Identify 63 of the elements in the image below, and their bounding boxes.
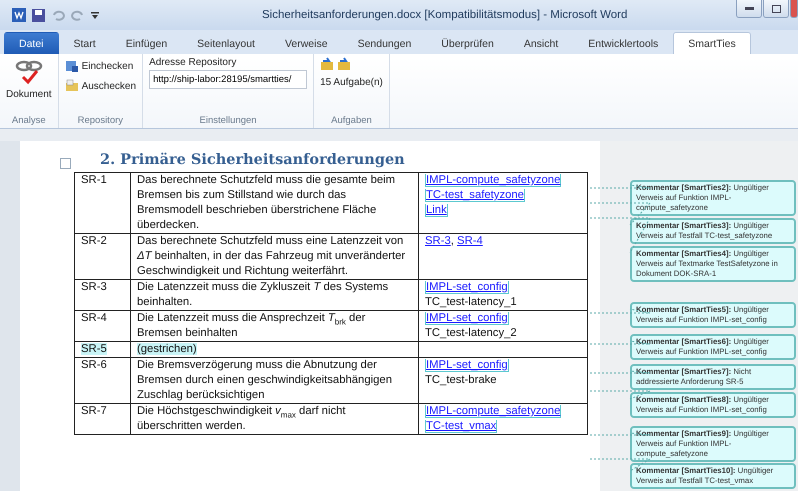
- table-move-handle-icon[interactable]: [60, 158, 71, 169]
- reference-link[interactable]: Link: [425, 204, 448, 217]
- requirement-text: (gestrichen): [137, 343, 197, 355]
- reference-link[interactable]: IMPL-set_config: [425, 312, 509, 325]
- maximize-button[interactable]: [763, 0, 789, 18]
- document-button[interactable]: Dokument: [6, 57, 52, 115]
- reference-link[interactable]: IMPL-set_config: [425, 281, 509, 294]
- requirement-text: Die Höchstgeschwindigkeit v$_{max}$ darf nicht überschritten werden.: [137, 405, 346, 432]
- requirement-link[interactable]: SR-4: [457, 235, 483, 247]
- requirement-id: SR-6: [81, 359, 107, 371]
- group-label: Aufgaben: [330, 115, 373, 128]
- chain-check-icon: [14, 59, 44, 87]
- repository-button[interactable]: Einchecken: [64, 57, 136, 75]
- reference-text: TC_test-latency_2: [425, 327, 517, 339]
- requirement-id: SR-1: [81, 174, 107, 186]
- reference-text: TC_test-brake: [425, 374, 497, 386]
- repository-button[interactable]: Auschecken: [64, 77, 136, 95]
- minimize-button[interactable]: [736, 0, 762, 18]
- ribbon-tab[interactable]: Seitenlayout: [182, 32, 270, 54]
- ribbon-tab[interactable]: Ansicht: [508, 32, 574, 54]
- requirement-id: SR-2: [81, 235, 107, 247]
- requirement-link[interactable]: SR-3: [425, 235, 451, 247]
- ribbon-tab[interactable]: Verweise: [270, 32, 343, 54]
- requirement-id: SR-7: [81, 405, 107, 417]
- folder-arrow-icon[interactable]: [320, 57, 334, 71]
- save-icon[interactable]: [32, 8, 45, 22]
- ribbon-tab[interactable]: Datei: [4, 32, 59, 54]
- ribbon-tab[interactable]: Start: [58, 32, 111, 54]
- customize-icon[interactable]: [91, 10, 99, 20]
- requirement-id: SR-4: [81, 312, 107, 324]
- reference-text: TC_test-latency_1: [425, 296, 517, 308]
- word-logo-icon[interactable]: [12, 8, 26, 22]
- ribbon-tab[interactable]: Überprüfen: [426, 32, 509, 54]
- reference-link[interactable]: IMPL-compute_safetyzone: [425, 405, 562, 418]
- group-label: Einstellungen: [198, 115, 258, 128]
- requirement-id: SR-5: [81, 343, 107, 355]
- requirement-id: SR-3: [81, 281, 107, 293]
- group-label: Repository: [76, 115, 124, 128]
- reference-text: ,: [450, 235, 455, 247]
- reference-link[interactable]: IMPL-set_config: [425, 359, 509, 372]
- reference-link[interactable]: TC-test_vmax: [425, 420, 498, 433]
- document-upload-icon: [64, 59, 79, 73]
- section-heading: 2. Primäre Sicherheitsanforderungen: [100, 151, 405, 170]
- requirement-text: Das berechnete Schutzfeld muss eine Latenzzeit von ΔT beinhalten, in der das Fahrzeug mit unveränderter Geschwindigkeit und Richtung weiterfährt.: [137, 235, 406, 277]
- requirement-text: Die Latenzzeit muss die Zykluszeit T des Systems beinhalten.: [137, 281, 388, 308]
- requirement-text: Die Latenzzeit muss die Ansprechzeit T$_{brk}$ der Bremsen beinhalten: [137, 312, 366, 339]
- minimize-icon: [744, 6, 754, 10]
- repository-url-field[interactable]: http://ship-labor:28195/smartties/: [149, 70, 308, 89]
- ribbon-tab[interactable]: Einfügen: [110, 32, 182, 54]
- folder-arrow-icon[interactable]: [337, 57, 352, 71]
- requirement-text: Das berechnete Schutzfeld muss die gesamte beim Bremsen bis zum Stillstand wie durch das Bremsmodell beschrieben überstrichene Fläche überdecken.: [137, 174, 396, 231]
- close-button[interactable]: [790, 0, 798, 18]
- group-label: Analyse: [10, 115, 47, 128]
- maximize-icon: [772, 4, 780, 12]
- ribbon-tab[interactable]: Entwicklertools: [573, 32, 674, 54]
- reference-link[interactable]: TC-test_safetyzone: [425, 189, 525, 202]
- ribbon-tab[interactable]: Sendungen: [342, 32, 426, 54]
- field-label: Adresse Repository: [149, 57, 238, 68]
- reference-link[interactable]: IMPL-compute_safetyzone: [425, 174, 562, 187]
- window-title: Sicherheitsanforderungen.docx [Kompatibilitätsmodus] - Microsoft Word: [262, 9, 628, 21]
- ribbon-tab[interactable]: SmartTies: [673, 32, 751, 54]
- folder-icon: [64, 79, 79, 93]
- task-count: 15 Aufgabe(n): [320, 76, 383, 90]
